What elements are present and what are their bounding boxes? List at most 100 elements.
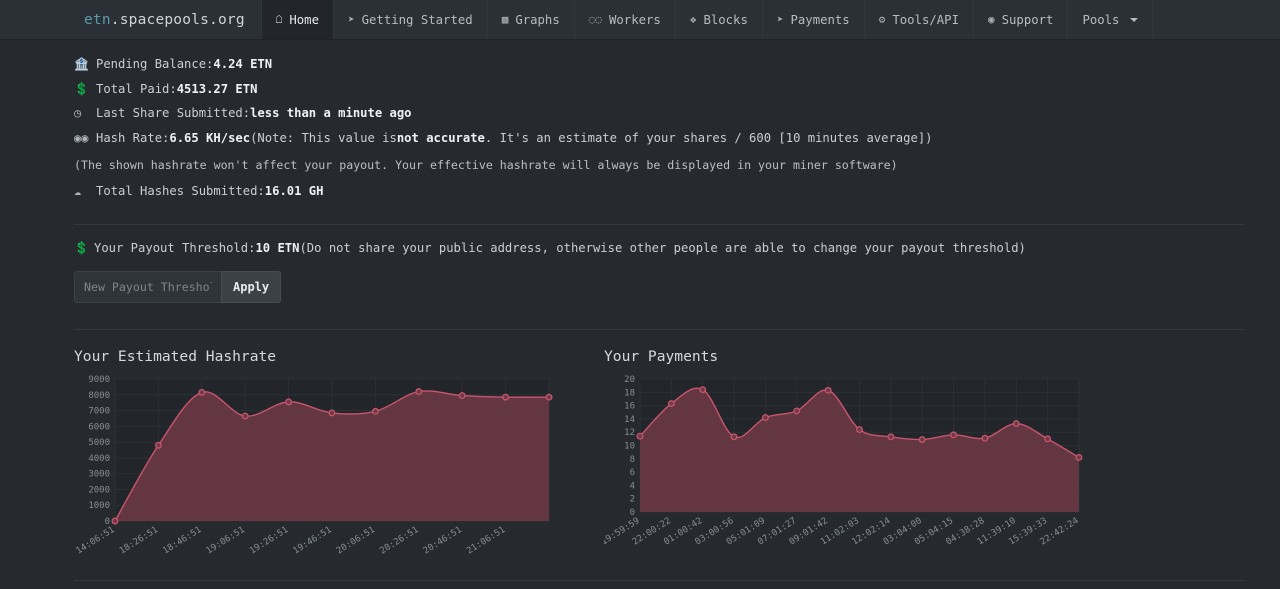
gears-icon: ⚙ [878, 13, 886, 26]
svg-text:19:26:51: 19:26:51 [248, 525, 290, 556]
chart-payments-svg[interactable]: 0246810121416182019:59:5922:00:2201:00:4… [604, 369, 1164, 569]
svg-text:12: 12 [624, 428, 635, 438]
pending-balance-value: 4.24 ETN [213, 57, 273, 72]
svg-text:20:06:51: 20:06:51 [335, 525, 377, 556]
stat-hash-rate: ◉◉ Hash Rate: 6.65 KH/sec (Note: This va… [74, 126, 1240, 151]
svg-text:20:26:51: 20:26:51 [378, 525, 420, 556]
chart-payments: Your Payments ETN 0246810121416182019:59… [604, 348, 1244, 569]
top-navbar: etn .spacepools.org ☖ Home ➤ Getting Star… [0, 0, 1280, 40]
svg-text:4000: 4000 [88, 453, 110, 463]
nav-label-payments: Payments [790, 12, 850, 27]
hash-rate-note-c: . It's an estimate of your shares / 600 … [484, 130, 933, 145]
nav-label-support: Support [1001, 12, 1054, 27]
chart-payments-title: Your Payments [604, 347, 719, 365]
total-paid-value: 4513.27 ETN [176, 81, 258, 96]
rocket-icon: ➤ [348, 13, 355, 26]
svg-text:7000: 7000 [88, 406, 110, 416]
nav-item-blocks[interactable]: ❖ Blocks [674, 0, 762, 39]
payout-threshold-row: 💲 Your Payout Threshold: 10 ETN (Do not … [0, 225, 1280, 255]
nav-item-graphs[interactable]: ▩ Graphs [486, 0, 574, 39]
nav-label-home: Home [289, 12, 319, 27]
nav-label-graphs: Graphs [515, 12, 560, 27]
svg-text:18:46:51: 18:46:51 [161, 525, 203, 556]
stat-total-paid: 💲 Total Paid: 4513.27 ETN [74, 77, 1240, 102]
money-icon: 💲 [74, 81, 89, 96]
new-payout-threshold-input[interactable] [74, 270, 221, 303]
payout-threshold-note: (Do not share your public address, other… [299, 240, 1026, 255]
chevron-down-icon [1130, 17, 1139, 22]
hash-rate-value: 6.65 KH/sec [169, 130, 251, 145]
svg-text:18:26:51: 18:26:51 [118, 525, 160, 556]
chart-hashrate: Your Estimated Hashrate H/sec 0100020003… [0, 348, 640, 569]
svg-text:1000: 1000 [88, 501, 110, 511]
payout-threshold-value: 10 ETN [255, 240, 300, 255]
payout-threshold-label: Your Payout Threshold: [94, 240, 256, 255]
nav-item-getting-started[interactable]: ➤ Getting Started [333, 0, 487, 39]
nav-item-support[interactable]: ◉ Support [972, 0, 1067, 39]
hash-rate-note-b: not accurate [396, 130, 485, 145]
total-hashes-label: Total Hashes Submitted: [96, 184, 265, 199]
life-ring-icon: ◉ [987, 13, 995, 26]
nav-label-pools: Pools [1082, 12, 1120, 27]
svg-text:6000: 6000 [88, 422, 110, 432]
nav-item-workers[interactable]: ◌◌ Workers [573, 0, 675, 39]
svg-text:20: 20 [624, 375, 635, 385]
svg-text:16: 16 [624, 401, 635, 411]
chart-payments-area: ETN 0246810121416182019:59:5922:00:2201:… [604, 369, 1208, 569]
nav-item-pools[interactable]: Pools [1067, 0, 1152, 39]
svg-text:6: 6 [630, 468, 635, 478]
svg-text:5000: 5000 [88, 438, 110, 448]
total-paid-label: Total Paid: [96, 81, 177, 96]
total-hashes-value: 16.01 GH [264, 184, 324, 199]
account-stats: 🏦 Pending Balance: 4.24 ETN 💲 Total Paid… [0, 40, 1280, 204]
charts-section: Your Estimated Hashrate H/sec 0100020003… [0, 330, 1280, 569]
chart-hashrate-title: Your Estimated Hashrate [74, 347, 277, 365]
bank-icon: 🏦 [74, 57, 89, 72]
bar-chart-icon: ▩ [501, 13, 509, 26]
svg-text:3000: 3000 [88, 469, 110, 479]
nav-label-tools-api: Tools/API [892, 12, 959, 27]
svg-text:19:06:51: 19:06:51 [205, 525, 247, 556]
nav-label-getting-started: Getting Started [361, 12, 473, 27]
svg-text:19:46:51: 19:46:51 [292, 525, 334, 556]
svg-text:10: 10 [624, 441, 635, 451]
cubes-icon: ❖ [689, 13, 697, 26]
svg-text:18: 18 [624, 388, 635, 398]
stat-pending-balance: 🏦 Pending Balance: 4.24 ETN [74, 52, 1240, 77]
paper-plane-icon: ➤ [776, 13, 784, 26]
nav-item-payments[interactable]: ➤ Payments [761, 0, 864, 39]
brand-rest-text: .spacepools.org [110, 11, 245, 28]
svg-text:8000: 8000 [88, 390, 110, 400]
nav-item-home[interactable]: ☖ Home [260, 0, 333, 39]
nav-item-tools-api[interactable]: ⚙ Tools/API [863, 0, 973, 39]
svg-text:8: 8 [630, 454, 635, 464]
hash-rate-note-a: (Note: This value is [250, 130, 397, 145]
svg-text:14: 14 [624, 414, 635, 424]
svg-text:2: 2 [630, 494, 635, 504]
money-icon-threshold: 💲 [74, 240, 89, 255]
tachometer-icon: ◉◉ [74, 130, 89, 145]
svg-text:20:46:51: 20:46:51 [422, 525, 464, 556]
svg-text:14:06:51: 14:06:51 [75, 525, 117, 556]
hashrate-disclaimer: (The shown hashrate won't affect your pa… [74, 157, 898, 172]
stat-total-hashes: ☁ Total Hashes Submitted: 16.01 GH [74, 179, 1240, 204]
last-share-value: less than a minute ago [250, 106, 412, 121]
pending-balance-label: Pending Balance: [96, 57, 214, 72]
hash-rate-label: Hash Rate: [96, 130, 170, 145]
svg-text:9000: 9000 [88, 375, 110, 385]
page-root: etn .spacepools.org ☖ Home ➤ Getting Star… [0, 0, 1280, 589]
home-icon: ☖ [275, 13, 283, 26]
svg-text:21:06:51: 21:06:51 [465, 525, 507, 556]
nav-label-blocks: Blocks [703, 12, 748, 27]
footer-divider [74, 580, 1244, 581]
clock-icon: ◷ [74, 106, 82, 121]
payout-threshold-form: Apply [0, 255, 1280, 303]
users-icon: ◌◌ [588, 13, 602, 26]
apply-button[interactable]: Apply [221, 270, 282, 303]
stat-last-share: ◷ Last Share Submitted: less than a minu… [74, 101, 1240, 126]
svg-text:4: 4 [630, 481, 635, 491]
cloud-icon: ☁ [74, 184, 82, 199]
last-share-label: Last Share Submitted: [96, 106, 251, 121]
nav-label-workers: Workers [608, 12, 661, 27]
brand-logo[interactable]: etn .spacepools.org [0, 0, 261, 39]
